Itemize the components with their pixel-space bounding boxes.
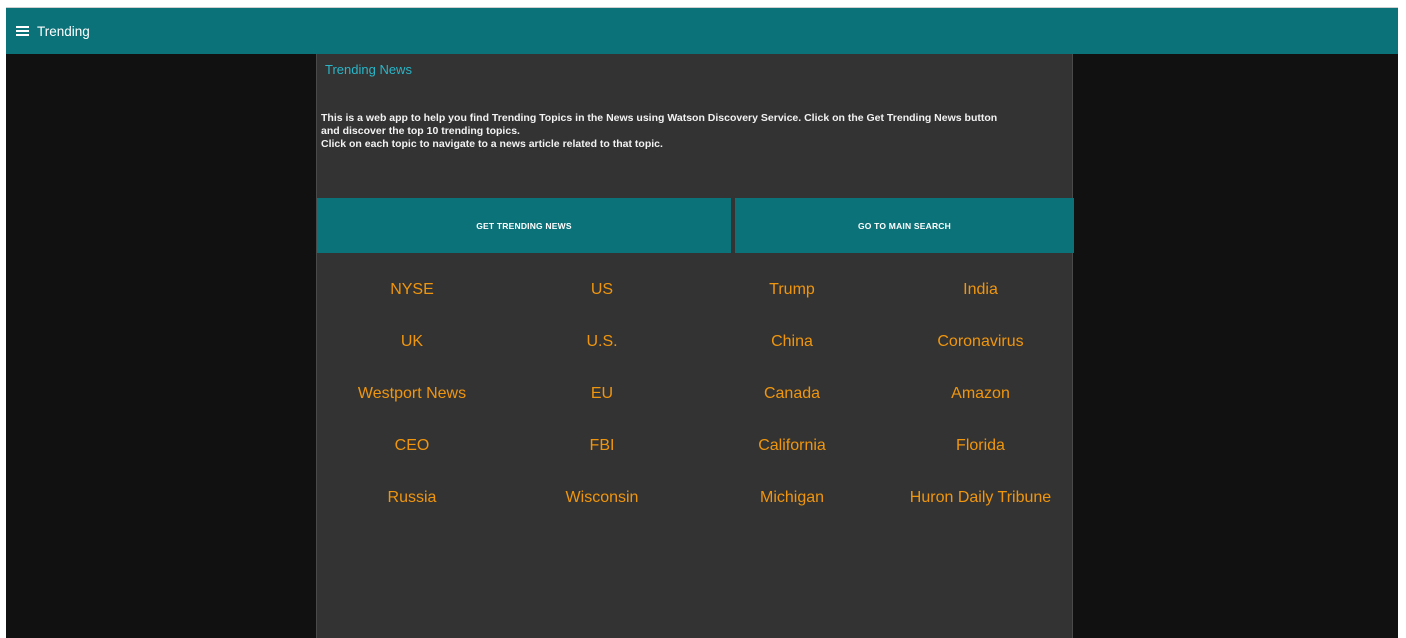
- description-line: and discover the top 10 trending topics.: [321, 125, 520, 137]
- topic-link-russia[interactable]: Russia: [317, 488, 507, 540]
- topic-link-india[interactable]: India: [887, 280, 1074, 332]
- topic-link-us[interactable]: US: [507, 280, 697, 332]
- topic-link-canada[interactable]: Canada: [697, 384, 887, 436]
- panel-title: Trending News: [325, 62, 412, 77]
- go-to-main-search-button[interactable]: GO TO MAIN SEARCH: [735, 198, 1074, 253]
- topic-link-amazon[interactable]: Amazon: [887, 384, 1074, 436]
- trending-news-panel: Trending News This is a web app to help …: [316, 54, 1074, 638]
- topic-grid: NYSE US Trump India UK U.S. China Corona…: [317, 280, 1074, 540]
- get-trending-news-button[interactable]: GET TRENDING NEWS: [317, 198, 731, 253]
- topic-link-florida[interactable]: Florida: [887, 436, 1074, 488]
- topic-link-eu[interactable]: EU: [507, 384, 697, 436]
- topic-link-westport-news[interactable]: Westport News: [317, 384, 507, 436]
- description-line: Click on each topic to navigate to a new…: [321, 138, 663, 150]
- app-description: This is a web app to help you find Trend…: [321, 112, 1073, 151]
- topic-link-michigan[interactable]: Michigan: [697, 488, 887, 540]
- page: Trending Trending News This is a web app…: [0, 0, 1406, 638]
- topic-link-fbi[interactable]: FBI: [507, 436, 697, 488]
- window-top-strip: [6, 0, 1398, 8]
- menu-button[interactable]: Trending: [16, 24, 90, 39]
- topic-link-nyse[interactable]: NYSE: [317, 280, 507, 332]
- topic-link-california[interactable]: California: [697, 436, 887, 488]
- topic-link-uk[interactable]: UK: [317, 332, 507, 384]
- topic-link-coronavirus[interactable]: Coronavirus: [887, 332, 1074, 384]
- app-bar: Trending: [6, 8, 1398, 54]
- topic-link-huron-daily-tribune[interactable]: Huron Daily Tribune: [887, 488, 1074, 540]
- description-line: This is a web app to help you find Trend…: [321, 112, 998, 124]
- topic-link-u-s[interactable]: U.S.: [507, 332, 697, 384]
- topic-link-ceo[interactable]: CEO: [317, 436, 507, 488]
- app-bar-title: Trending: [37, 23, 90, 39]
- topic-link-china[interactable]: China: [697, 332, 887, 384]
- topic-link-wisconsin[interactable]: Wisconsin: [507, 488, 697, 540]
- hamburger-menu-icon[interactable]: [16, 26, 29, 36]
- topic-link-trump[interactable]: Trump: [697, 280, 887, 332]
- app-frame: Trending Trending News This is a web app…: [6, 0, 1398, 638]
